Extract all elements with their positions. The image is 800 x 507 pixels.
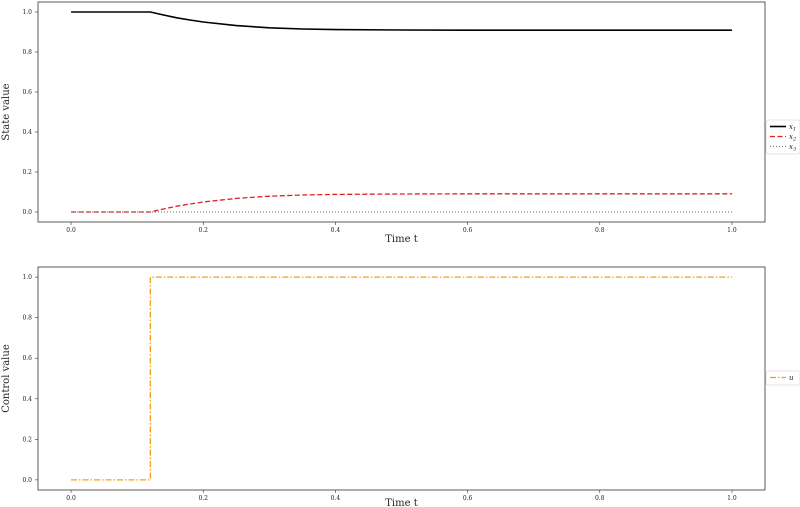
state-chart-panel: 0.0 0.2 0.4 0.6 0.8 1.0 0.0 0.2 0.4 0.6 0.8 1.0 Time… xyxy=(1,1,800,245)
figure: 0.0 0.2 0.4 0.6 0.8 1.0 0.0 0.2 0.4 0.6 0.8 1.0 Time… xyxy=(1,1,800,507)
control-chart-panel: 0.0 0.2 0.4 0.6 0.8 1.0 0.0 0.2 0.4 0.6 0.8 1.0 Time… xyxy=(1,266,800,507)
x-tick-label: 0.8 xyxy=(595,227,605,234)
y-tick-label: 0.2 xyxy=(22,169,32,176)
x-tick-label: 0.6 xyxy=(463,227,473,234)
x-tick-label: 0.0 xyxy=(66,495,76,502)
y-tick-label: 0.2 xyxy=(22,436,32,443)
series-line-x1 xyxy=(71,11,732,32)
x-tick-label: 1.0 xyxy=(727,227,737,234)
x-tick-label: 0.6 xyxy=(463,495,473,502)
y-tick-label: 0.6 xyxy=(22,355,32,362)
legend-label-u: u xyxy=(789,374,794,382)
x-axis-label: Time t xyxy=(385,234,417,245)
y-tick-label: 0.0 xyxy=(22,209,32,216)
y-tick-label: 0.6 xyxy=(22,89,32,96)
x-axis-label: Time t xyxy=(385,498,417,507)
y-axis-label: State value xyxy=(1,83,12,140)
x-tick-label: 0.2 xyxy=(198,495,208,502)
y-tick-label: 0.4 xyxy=(22,396,32,403)
legend-subscript: 1 xyxy=(793,127,796,133)
legend-subscript: 2 xyxy=(792,137,796,143)
x-tick-label: 1.0 xyxy=(727,495,737,502)
y-tick-label: 1.0 xyxy=(22,274,32,281)
x-tick-label: 0.8 xyxy=(595,495,605,502)
x-tick-label: 0.0 xyxy=(66,227,76,234)
y-tick-label: 1.0 xyxy=(22,9,32,16)
y-tick-label: 0.4 xyxy=(22,129,32,136)
y-tick-label: 0.8 xyxy=(22,315,32,322)
series-line-x2 xyxy=(71,193,732,213)
y-axis-label: Control value xyxy=(1,344,12,413)
y-tick-label: 0.0 xyxy=(22,477,32,484)
x-tick-label: 0.4 xyxy=(331,227,341,234)
plot-frame xyxy=(37,266,766,491)
legend-subscript: 3 xyxy=(793,147,796,153)
x-tick-label: 0.4 xyxy=(331,495,341,502)
series-line-u xyxy=(71,276,732,481)
plot-frame xyxy=(37,1,766,223)
y-tick-label: 0.8 xyxy=(22,49,32,56)
x-tick-label: 0.2 xyxy=(198,227,208,234)
